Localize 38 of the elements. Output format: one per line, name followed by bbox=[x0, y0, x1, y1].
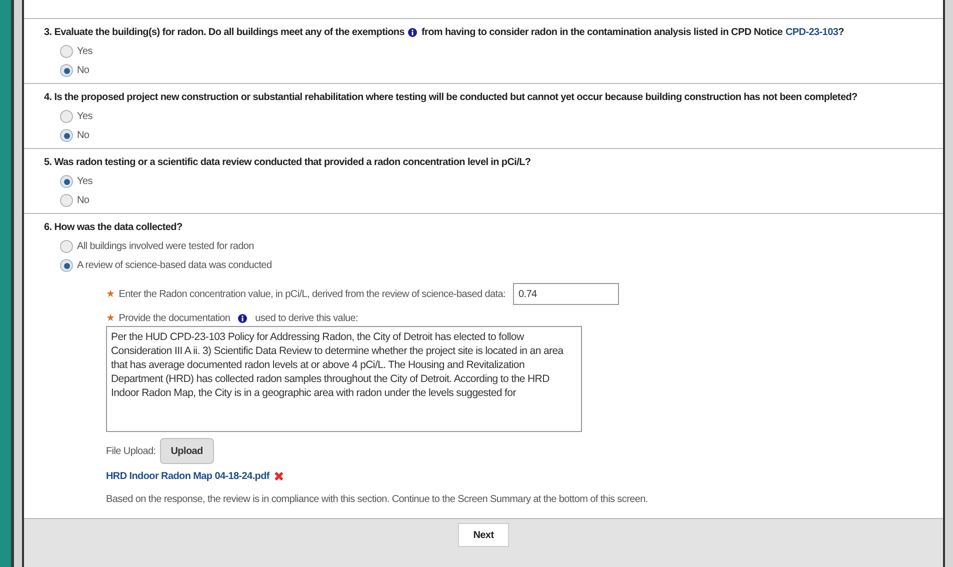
option-label: A review of science-based data was conducted bbox=[77, 259, 272, 273]
question-text: ? bbox=[838, 26, 844, 39]
option-label: Yes bbox=[77, 175, 92, 189]
option-label: No bbox=[77, 194, 90, 208]
radio-button[interactable] bbox=[60, 129, 73, 142]
radio-button[interactable] bbox=[60, 64, 73, 77]
required-mark: ★ bbox=[106, 312, 115, 326]
field-label: Enter the Radon concentration value, in pCi/L, derived from the review of science-based data: bbox=[118, 288, 506, 302]
option-label: All buildings involved were tested for radon bbox=[77, 240, 254, 254]
radio-button[interactable] bbox=[60, 259, 73, 272]
question-text: 4. Is the proposed project new construction or substantial rehabilitation where testing will be conducted but cannot yet occur because building construction has not been completed? bbox=[44, 91, 858, 104]
notice-link[interactable]: CPD-23-103 bbox=[786, 26, 838, 39]
option-label: Yes bbox=[77, 45, 92, 59]
question-text: 3. Evaluate the building(s) for radon. Do all buildings meet any of the exemptions bbox=[44, 26, 404, 39]
upload-button[interactable]: Upload bbox=[160, 438, 214, 464]
compliance-note: Based on the response, the review is in compliance with this section. Continue to the Screen Summary at the bottom of this screen. bbox=[106, 493, 649, 507]
radio-button[interactable] bbox=[60, 110, 73, 123]
concentration-field[interactable]: 0.74 bbox=[513, 283, 620, 305]
option-label: No bbox=[77, 129, 90, 143]
field-label: Provide the documentation bbox=[118, 312, 230, 326]
info-icon[interactable] bbox=[238, 314, 248, 323]
required-mark: ★ bbox=[106, 288, 115, 302]
remove-file-button[interactable]: ✖ bbox=[273, 470, 284, 483]
option-label: Yes bbox=[77, 110, 92, 124]
next-button[interactable]: Next bbox=[458, 523, 509, 547]
radio-button[interactable] bbox=[60, 175, 73, 188]
radio-button[interactable] bbox=[60, 45, 73, 58]
documentation-field[interactable]: Per the HUD CPD-23-103 Policy for Addressing Radon, the City of Detroit has elected to follow Consideration III A ii. 3) Scientific Data Review to determine whether the project site is located in an area that has average documented radon levels at or above 4 pCi/L. The Housing and Revitalization Department (HRD) has collected radon samples throughout the City of Detroit. According to the HRD Indoor Radon Map, the City is in a geographic area with radon under the levels suggested for bbox=[106, 326, 582, 432]
field-label: used to derive this value: bbox=[255, 312, 358, 326]
question-text: 6. How was the data collected? bbox=[44, 221, 182, 234]
question-text: from having to consider radon in the contamination analysis listed in CPD Notice bbox=[421, 26, 783, 39]
radio-button[interactable] bbox=[60, 240, 73, 253]
radio-button[interactable] bbox=[60, 194, 73, 207]
info-icon[interactable] bbox=[408, 28, 418, 37]
option-label: No bbox=[77, 64, 90, 78]
file-link[interactable]: HRD Indoor Radon Map 04-18-24.pdf bbox=[106, 469, 270, 484]
field-label: File Upload: bbox=[106, 444, 156, 458]
question-text: 5. Was radon testing or a scientific data review conducted that provided a radon concentration level in pCi/L? bbox=[44, 156, 531, 169]
